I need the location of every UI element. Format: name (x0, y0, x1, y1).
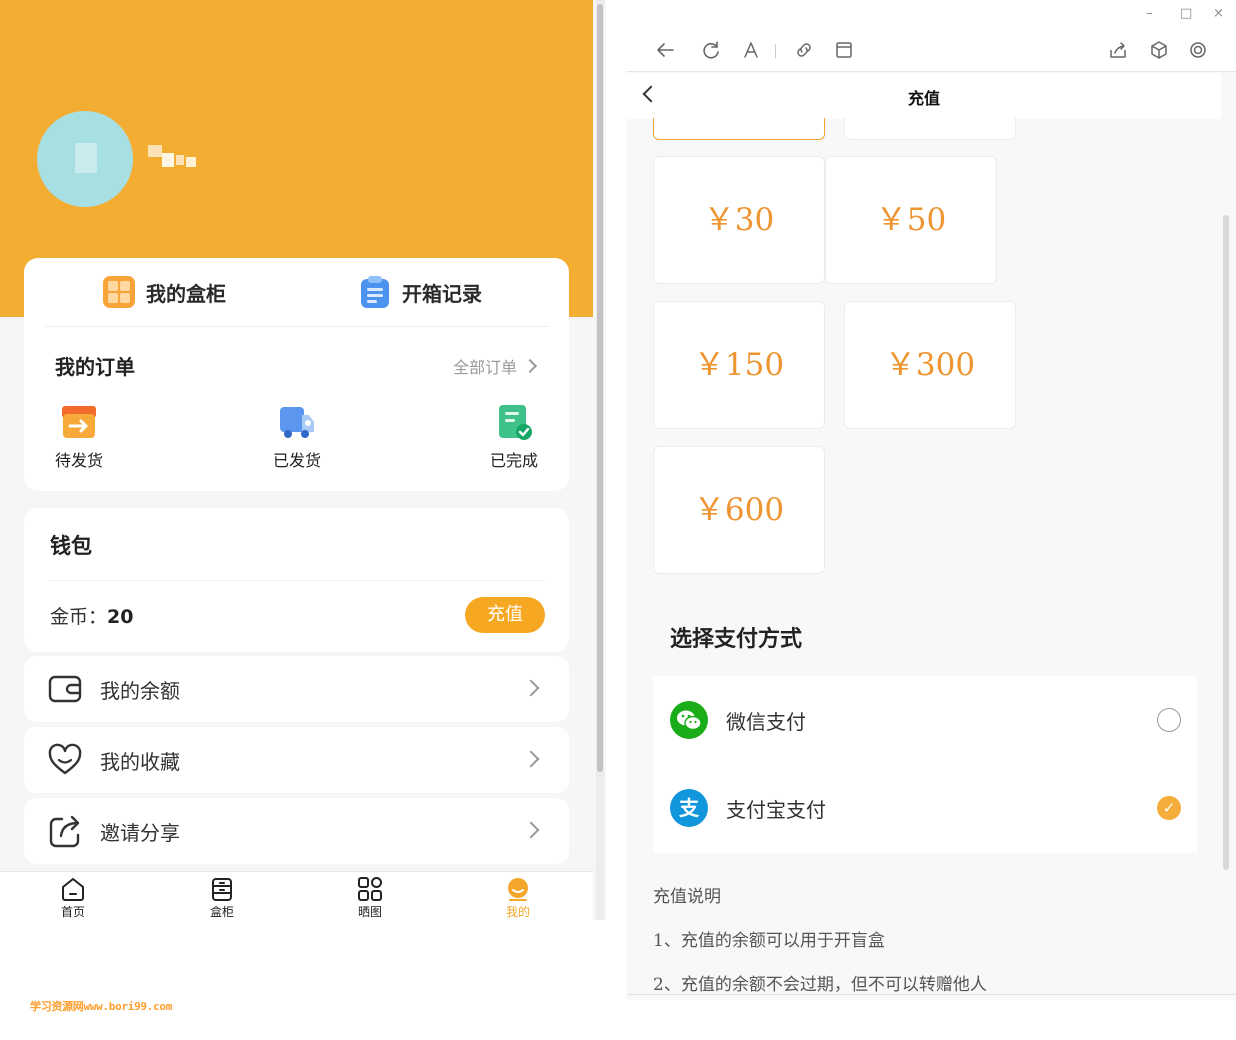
watermark: 学习资源网www.bori99.com (30, 1000, 173, 1013)
order-status-completed[interactable]: 已完成 (479, 403, 549, 471)
amount-option[interactable]: ￥50 (825, 156, 997, 284)
all-orders-link[interactable]: 全部订单 (452, 354, 538, 378)
coins-value: 20 (107, 606, 134, 628)
window-titlebar: – □ × (627, 0, 1236, 28)
refresh-icon[interactable] (700, 39, 722, 61)
truck-icon (278, 403, 316, 441)
tab-cabinet[interactable]: 盒柜 (192, 876, 252, 920)
amount-option-hidden-selected[interactable] (653, 118, 825, 140)
tab-mine[interactable]: 我的 (488, 876, 548, 920)
coins-balance: 金币：20 (50, 602, 133, 629)
wechat-icon (670, 701, 708, 739)
my-cabinet-label: 我的盒柜 (146, 281, 226, 306)
cabinet-icon (102, 275, 136, 309)
menu-label: 我的余额 (100, 678, 180, 703)
payment-option-alipay[interactable]: 支 支付宝支付 ✓ (653, 764, 1197, 852)
tab-gallery[interactable]: 晒图 (340, 876, 400, 920)
profile-icon (505, 876, 531, 902)
tab-home[interactable]: 首页 (43, 876, 103, 920)
username-blurred (148, 145, 196, 169)
order-status-shipped[interactable]: 已发货 (262, 403, 332, 471)
chevron-right-icon (522, 821, 540, 839)
wallet-title: 钱包 (50, 534, 92, 558)
toolbar-separator (775, 44, 776, 58)
alipay-icon: 支 (670, 789, 708, 827)
back-icon[interactable] (654, 39, 676, 61)
wallet-card: 钱包 金币：20 充值 (24, 508, 569, 652)
maximize-button[interactable]: □ (1180, 6, 1192, 21)
radio-unchecked[interactable] (1157, 708, 1181, 732)
amount-option[interactable]: ￥600 (653, 446, 825, 574)
recharge-button[interactable]: 充值 (465, 597, 545, 633)
menu-item-invite[interactable]: 邀请分享 (24, 798, 569, 864)
divider (48, 580, 545, 581)
grid-icon (357, 876, 383, 902)
share-icon (48, 814, 82, 848)
amount-option[interactable]: ￥30 (653, 156, 825, 284)
open-box-record-label: 开箱记录 (402, 281, 482, 306)
payment-label: 支付宝支付 (726, 798, 826, 822)
font-icon[interactable] (740, 39, 762, 61)
orders-card: 我的盒柜 开箱记录 我的订单 全部订单 待发货 已发货 已完成 (24, 258, 569, 491)
status-label: 待发货 (54, 451, 103, 470)
cube-icon[interactable] (1148, 39, 1170, 61)
open-box-record-button[interactable]: 开箱记录 (358, 274, 482, 310)
close-button[interactable]: × (1213, 6, 1224, 21)
chevron-right-icon (522, 358, 538, 374)
mobile-profile-screen: 我的盒柜 开箱记录 我的订单 全部订单 待发货 已发货 已完成 钱包 金币：20… (0, 0, 606, 920)
clipboard-icon (358, 275, 392, 309)
order-status-pending[interactable]: 待发货 (44, 403, 114, 471)
payment-label: 微信支付 (726, 710, 806, 734)
payment-section-title: 选择支付方式 (670, 627, 803, 652)
avatar-blur (75, 143, 97, 173)
status-label: 已完成 (489, 451, 538, 470)
notes-title: 充值说明 (653, 887, 721, 907)
link-icon[interactable] (793, 39, 815, 61)
page-navbar: 充值 (627, 73, 1221, 119)
menu-label: 邀请分享 (100, 820, 180, 845)
status-label: 已发货 (272, 451, 321, 470)
chevron-right-icon (522, 679, 540, 697)
tab-label: 晒图 (357, 905, 382, 919)
divider (627, 994, 1236, 995)
tab-label: 我的 (505, 905, 530, 919)
recharge-notes: 充值说明 1、充值的余额可以用于开盲盒 2、充值的余额不会过期，但不可以转赠他人 (653, 875, 987, 1000)
devtools-toolbar (627, 28, 1236, 72)
amount-option[interactable]: ￥300 (844, 301, 1016, 429)
coins-label: 金币： (50, 606, 108, 628)
my-cabinet-button[interactable]: 我的盒柜 (102, 274, 226, 310)
scrollbar-thumb[interactable] (597, 4, 603, 772)
payment-option-wechat[interactable]: 微信支付 (653, 676, 1197, 764)
divider (44, 326, 549, 327)
check-doc-icon (495, 403, 533, 441)
tab-label: 首页 (60, 905, 85, 919)
menu-item-balance[interactable]: 我的余额 (24, 656, 569, 722)
recharge-window: – □ × 充值 ￥30 ￥50 ￥150 ￥300 ￥600 选择支付方式 微… (627, 0, 1236, 1000)
bottom-tab-bar: 首页 盒柜 晒图 我的 (0, 871, 593, 920)
menu-label: 我的收藏 (100, 749, 180, 774)
avatar[interactable] (37, 111, 133, 207)
export-icon[interactable] (1107, 39, 1129, 61)
box-arrow-icon (60, 403, 98, 441)
orders-title: 我的订单 (55, 355, 135, 379)
radio-checked[interactable]: ✓ (1157, 796, 1181, 820)
payment-methods: 微信支付 支 支付宝支付 ✓ (653, 676, 1197, 853)
all-orders-label: 全部订单 (452, 358, 517, 377)
menu-item-favorites[interactable]: 我的收藏 (24, 727, 569, 793)
amount-option[interactable]: ￥150 (653, 301, 825, 429)
amount-option-hidden[interactable] (844, 118, 1016, 140)
tab-label: 盒柜 (209, 905, 234, 919)
notes-item: 1、充值的余额可以用于开盲盒 (653, 931, 885, 951)
scrollbar-thumb[interactable] (1223, 215, 1229, 870)
home-icon (60, 876, 86, 902)
cabinet-icon (209, 876, 235, 902)
page-title: 充值 (907, 89, 940, 108)
minimize-button[interactable]: – (1146, 6, 1153, 21)
wallet-icon (48, 672, 82, 706)
chevron-right-icon (522, 750, 540, 768)
scrollbar[interactable] (596, 0, 604, 920)
heart-icon (48, 743, 82, 777)
window-icon[interactable] (833, 39, 855, 61)
settings-icon[interactable] (1187, 39, 1209, 61)
